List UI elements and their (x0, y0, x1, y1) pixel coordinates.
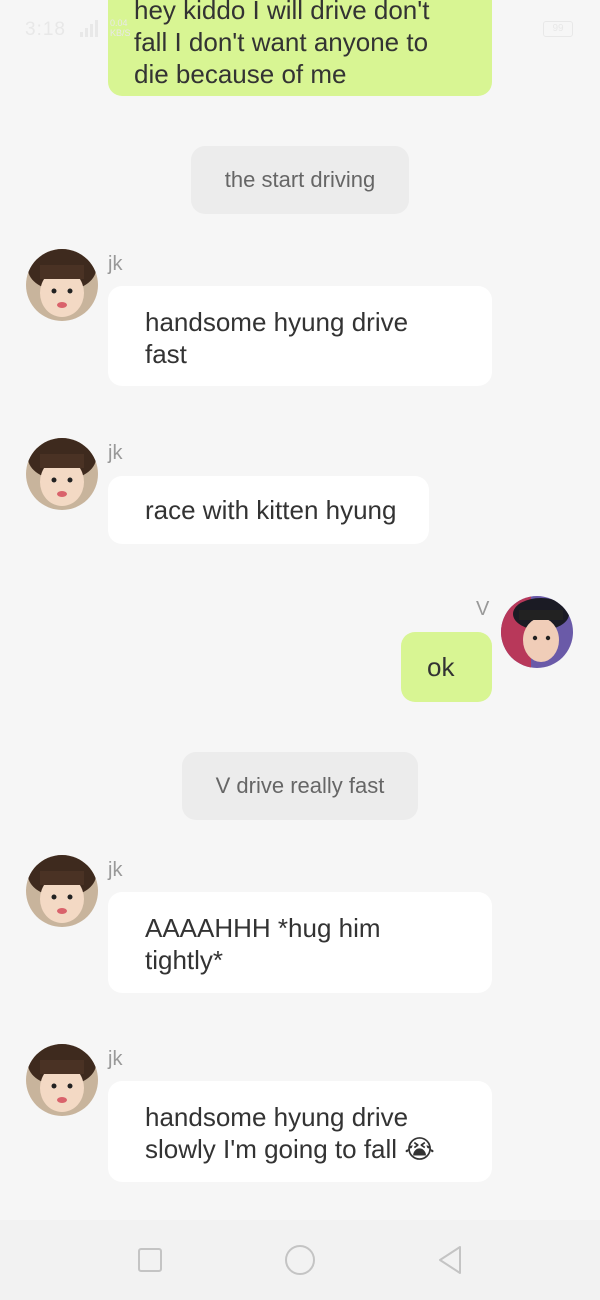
signal-icon (80, 20, 98, 37)
recent-apps-square-icon[interactable] (132, 1242, 168, 1278)
avatar-jk[interactable] (26, 1044, 98, 1116)
message-bubble-incoming[interactable]: AAAAHHH *hug him tightly* (108, 892, 492, 993)
message-text: ok (427, 652, 455, 682)
battery-icon: 99 (543, 21, 573, 37)
avatar-jk[interactable] (26, 438, 98, 510)
sender-name: jk (108, 253, 123, 275)
status-bar: 3:18 0.04 KB/S 99 (0, 0, 600, 60)
avatar-v-image (501, 596, 573, 668)
message-bubble-incoming[interactable]: handsome hyung drive fast (108, 286, 492, 386)
battery-level: 99 (552, 23, 564, 34)
home-circle-icon[interactable] (282, 1242, 318, 1278)
avatar-jk-image (26, 855, 98, 927)
net-speed-value: 0.04 (110, 18, 128, 28)
message-text: AAAAHHH *hug him tightly* (145, 913, 381, 975)
system-message-text: the start driving (224, 167, 376, 192)
message-text: handsome hyung drive slowly I'm going to… (145, 1102, 409, 1164)
avatar-jk-image (26, 438, 98, 510)
status-time: 3:18 (25, 19, 66, 40)
avatar-jk[interactable] (26, 249, 98, 321)
sender-name: jk (108, 1048, 123, 1070)
net-speed: 0.04 KB/S (110, 18, 131, 38)
message-bubble-incoming[interactable]: race with kitten hyung (108, 476, 429, 544)
navigation-bar (0, 1220, 600, 1300)
system-message-text: V drive really fast (215, 773, 385, 798)
crying-emoji: 😭 (404, 1134, 435, 1164)
sender-name: V (476, 598, 490, 620)
net-speed-unit: KB/S (110, 28, 131, 38)
message-text: race with kitten hyung (145, 495, 397, 525)
avatar-jk-image (26, 249, 98, 321)
sender-name: jk (108, 442, 123, 464)
avatar-jk-image (26, 1044, 98, 1116)
message-text: handsome hyung drive fast (145, 307, 409, 369)
sender-name: jk (108, 859, 123, 881)
message-bubble-incoming[interactable]: handsome hyung drive slowly I'm going to… (108, 1081, 492, 1182)
avatar-v[interactable] (501, 596, 573, 668)
avatar-jk[interactable] (26, 855, 98, 927)
system-message: V drive really fast (182, 752, 418, 820)
back-triangle-icon[interactable] (432, 1242, 468, 1278)
system-message: the start driving (191, 146, 409, 214)
message-bubble-outgoing[interactable]: ok (401, 632, 492, 702)
